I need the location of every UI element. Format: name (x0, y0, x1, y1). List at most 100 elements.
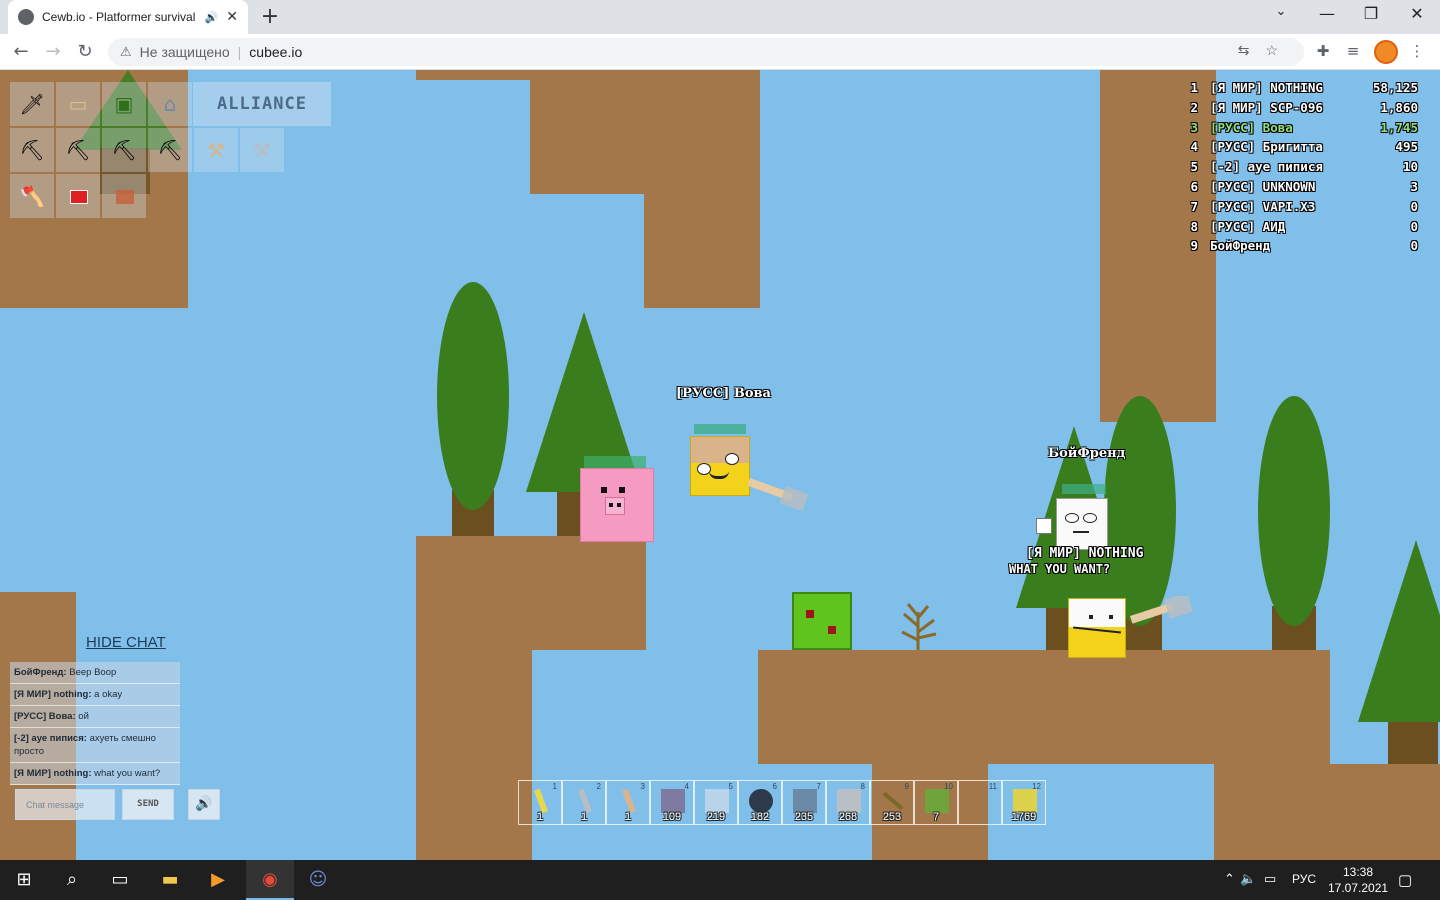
chat-message: [Я МИР] nothing: a okay (10, 684, 180, 706)
craft-slot[interactable]: ⛏ (148, 128, 192, 172)
notifications-icon[interactable]: ▢ (1398, 871, 1412, 889)
address-bar[interactable]: ⚠ Не защищено | cubee.io ⇆☆ (108, 38, 1304, 66)
hotbar-slot-number: 5 (728, 782, 733, 791)
chat-author: [-2] ауе пипися: (14, 733, 87, 744)
craft-slot[interactable]: ▭ (56, 82, 100, 126)
hotbar-slot[interactable]: 11 (958, 780, 1002, 825)
slime-mob[interactable] (792, 592, 852, 650)
craft-slot[interactable]: 🪓 (10, 174, 54, 218)
profile-avatar[interactable] (1374, 40, 1398, 64)
craft-slot[interactable]: ⚒ (194, 128, 238, 172)
speaker-icon[interactable]: 🔊 (188, 789, 220, 820)
chat-input[interactable]: Chat message (15, 789, 115, 820)
language-indicator[interactable]: РУС (1292, 872, 1316, 886)
leaderboard-row: 9 БойФренд 0 (1182, 238, 1418, 258)
hotbar-slot[interactable]: 10 7 (914, 780, 958, 825)
forward-icon[interactable]: → (40, 40, 66, 66)
volume-icon[interactable]: 🔈 (1240, 871, 1256, 887)
tree-trunk (1388, 718, 1438, 764)
chevron-up-icon[interactable]: ⌃ (1224, 871, 1235, 887)
craft-slot[interactable]: ▣ (102, 82, 146, 126)
game-canvas[interactable]: [РУСС] Вова БойФренд [Я МИР] NOTHING WHA… (0, 70, 1440, 860)
new-tab-button[interactable]: + (258, 4, 282, 29)
maximize-button[interactable]: ❐ (1356, 4, 1386, 23)
hotbar-slot[interactable]: 31 (606, 780, 650, 825)
oak-tree (437, 282, 509, 510)
oak-tree (1104, 396, 1176, 626)
dirt-block (644, 194, 760, 308)
coal-icon (749, 789, 773, 813)
stick-icon (882, 791, 904, 811)
leaderboard-rank: 4 (1190, 139, 1198, 155)
pine-tree (1358, 540, 1440, 722)
hide-chat-link[interactable]: HIDE CHAT (86, 634, 166, 651)
hotbar-slot-number: 7 (816, 782, 821, 791)
browser-tab[interactable]: Cewb.io - Platformer survival 🔊 ✕ (8, 0, 248, 34)
leaderboard-row: 1 [Я МИР] NOTHING 58,125 (1182, 80, 1418, 100)
media-icon[interactable]: ≡ (1342, 42, 1364, 60)
browser-tabstrip: Cewb.io - Platformer survival 🔊 ✕ + ⌄ — … (0, 0, 1440, 34)
hotbar-slot-number: 9 (904, 782, 909, 791)
player-vova[interactable] (690, 436, 750, 496)
hotbar-slot-number: 1 (552, 782, 557, 791)
discord-icon[interactable]: ☺ (294, 860, 342, 900)
player-chat-bubble: WHAT YOU WANT? (1009, 562, 1111, 576)
close-tab-icon[interactable]: ✕ (226, 9, 238, 25)
player-nothing[interactable] (1068, 598, 1126, 658)
sword-icon: 🗡 (19, 92, 45, 116)
translate-bookmark-icons[interactable]: ⇆☆ (1238, 42, 1294, 59)
hotbar-slot[interactable]: 5 219 (694, 780, 738, 825)
hotbar-item-count: 253 (882, 811, 902, 823)
leaderboard-name: [РУСС] VAPI.X3 (1210, 198, 1316, 214)
clock-time: 13:38 (1342, 865, 1374, 879)
leaderboard-score: 0 (1410, 198, 1418, 214)
windows-start-icon[interactable]: ⊞ (0, 860, 48, 900)
hotbar-slot[interactable]: 4 109 (650, 780, 694, 825)
stone-icon (661, 789, 685, 813)
craft-slot[interactable]: ⚒ (240, 128, 284, 172)
network-icon[interactable]: ▭ (1264, 871, 1276, 887)
chrome-icon[interactable]: ◉ (246, 860, 294, 900)
pig-mob[interactable] (580, 468, 654, 542)
craft-slot[interactable] (102, 174, 146, 218)
media-player-icon[interactable]: ▶ (194, 860, 242, 900)
speaker-icon[interactable]: 🔊 (205, 11, 219, 24)
chat-send-button[interactable]: SEND (122, 789, 174, 820)
craft-slot[interactable]: ⌂ (148, 82, 192, 126)
globe-icon (18, 9, 34, 25)
hotbar-slot-number: 10 (944, 782, 953, 791)
craft-slot[interactable]: ⛏ (102, 128, 146, 172)
close-window-button[interactable]: ✕ (1402, 4, 1432, 23)
craft-slot[interactable]: ⛏ (56, 128, 100, 172)
hotbar-slot[interactable]: 21 (562, 780, 606, 825)
craft-slot[interactable]: ⛏ (10, 128, 54, 172)
hotbar-slot[interactable]: 11 (518, 780, 562, 825)
craft-slot[interactable]: 🗡 (10, 82, 54, 126)
back-icon[interactable]: ← (8, 40, 34, 66)
chat-author: [Я МИР] nothing: (14, 689, 92, 700)
file-explorer-icon[interactable]: ▬ (146, 860, 194, 900)
reload-icon[interactable]: ↻ (72, 40, 98, 66)
alliance-button[interactable]: ALLIANCE (193, 82, 331, 126)
hotbar-slot[interactable]: 9 253 (870, 780, 914, 825)
hotbar-slot[interactable]: 7 235 (782, 780, 826, 825)
search-icon[interactable]: ⌕ (48, 860, 96, 900)
clock[interactable]: 13:38 17.07.2021 (1328, 864, 1388, 896)
craft-slot[interactable] (56, 174, 100, 218)
player-nametag: [Я МИР] NOTHING (1026, 546, 1144, 561)
hotbar-slot[interactable]: 8 268 (826, 780, 870, 825)
player-boyfriend[interactable] (1056, 498, 1108, 550)
menu-icon[interactable]: ⋮ (1406, 42, 1428, 60)
leaderboard-row: 2 [Я МИР] SCP-096 1,860 (1182, 100, 1418, 120)
task-view-icon[interactable]: ▭ (96, 860, 144, 900)
tab-search-icon[interactable]: ⌄ (1266, 4, 1296, 19)
hotbar-slot-number: 8 (860, 782, 865, 791)
extensions-icon[interactable]: ✚ (1312, 42, 1334, 60)
leaderboard-score: 1,745 (1380, 119, 1418, 135)
minimize-button[interactable]: — (1312, 4, 1342, 23)
leaderboard-name: [РУСС] Бригитта (1210, 139, 1323, 155)
hotbar-item-count: 235 (794, 811, 814, 823)
hotbar-slot[interactable]: 6 182 (738, 780, 782, 825)
hotbar-slot[interactable]: 12 1769 (1002, 780, 1046, 825)
hotbar-slot-number: 3 (640, 782, 645, 791)
